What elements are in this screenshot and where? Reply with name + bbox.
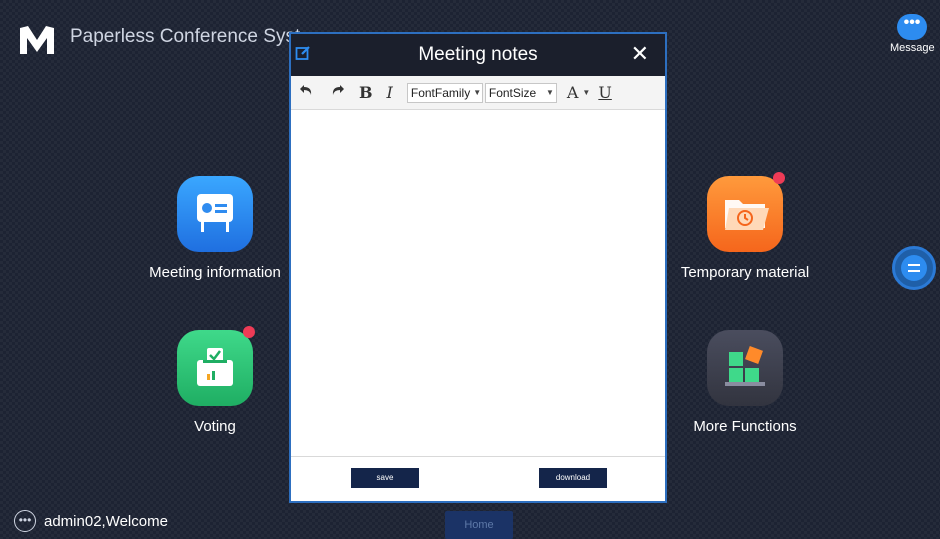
font-size-value: FontSize — [488, 85, 537, 100]
redo-icon[interactable] — [329, 83, 345, 102]
chevron-down-icon: ▼ — [473, 88, 482, 97]
dialog-title: Meeting notes — [418, 44, 538, 65]
editor-toolbar: B I FontFamily ▼ FontSize ▼ A ▼ U — [291, 76, 665, 110]
tile-voting[interactable]: Voting — [140, 326, 290, 435]
meeting-board-icon — [177, 176, 253, 252]
tile-label: Meeting information — [149, 264, 281, 281]
app-logo-icon — [20, 26, 54, 54]
tile-label: More Functions — [693, 418, 797, 435]
tile-temporary-material[interactable]: Temporary material — [670, 172, 820, 281]
undo-icon[interactable] — [299, 83, 315, 102]
welcome-text: admin02,Welcome — [44, 512, 168, 530]
italic-button[interactable]: I — [387, 83, 393, 102]
save-button[interactable]: save — [351, 468, 419, 488]
message-label: Message — [890, 42, 935, 54]
ballot-box-icon — [177, 326, 255, 406]
tile-more-functions[interactable]: More Functions — [670, 330, 820, 435]
chevron-down-icon[interactable]: ▼ — [582, 88, 590, 97]
font-color-button[interactable]: A — [567, 83, 579, 102]
meeting-notes-dialog: Meeting notes ✕ B I FontFamily ▼ FontSiz… — [289, 32, 667, 503]
download-button[interactable]: download — [539, 468, 607, 488]
tile-meeting-information[interactable]: Meeting information — [140, 176, 290, 281]
tile-label: Voting — [194, 418, 236, 435]
menu-icon — [901, 255, 927, 281]
close-icon[interactable]: ✕ — [631, 41, 649, 67]
font-size-select[interactable]: FontSize ▼ — [484, 82, 557, 103]
user-welcome: ••• admin02,Welcome — [14, 510, 168, 532]
dialog-footer: save download — [291, 456, 665, 501]
notes-editor[interactable] — [291, 110, 665, 460]
bold-button[interactable]: B — [359, 83, 373, 102]
message-button[interactable]: ••• Message — [890, 14, 935, 54]
folder-clock-icon — [707, 172, 785, 252]
floating-menu-button[interactable] — [892, 246, 936, 290]
message-icon: ••• — [897, 14, 927, 40]
notification-dot — [773, 172, 785, 184]
notification-dot — [243, 326, 255, 338]
home-button[interactable]: Home — [445, 511, 513, 539]
app-title: Paperless Conference Syst — [70, 26, 301, 47]
underline-button[interactable]: U — [598, 83, 611, 102]
font-family-select[interactable]: FontFamily ▼ — [406, 82, 483, 103]
chevron-down-icon: ▼ — [545, 88, 554, 97]
dialog-header: Meeting notes ✕ — [291, 34, 665, 76]
font-family-value: FontFamily — [410, 85, 471, 100]
blocks-icon — [707, 330, 783, 406]
tile-label: Temporary material — [680, 264, 810, 281]
user-more-icon[interactable]: ••• — [14, 510, 36, 532]
